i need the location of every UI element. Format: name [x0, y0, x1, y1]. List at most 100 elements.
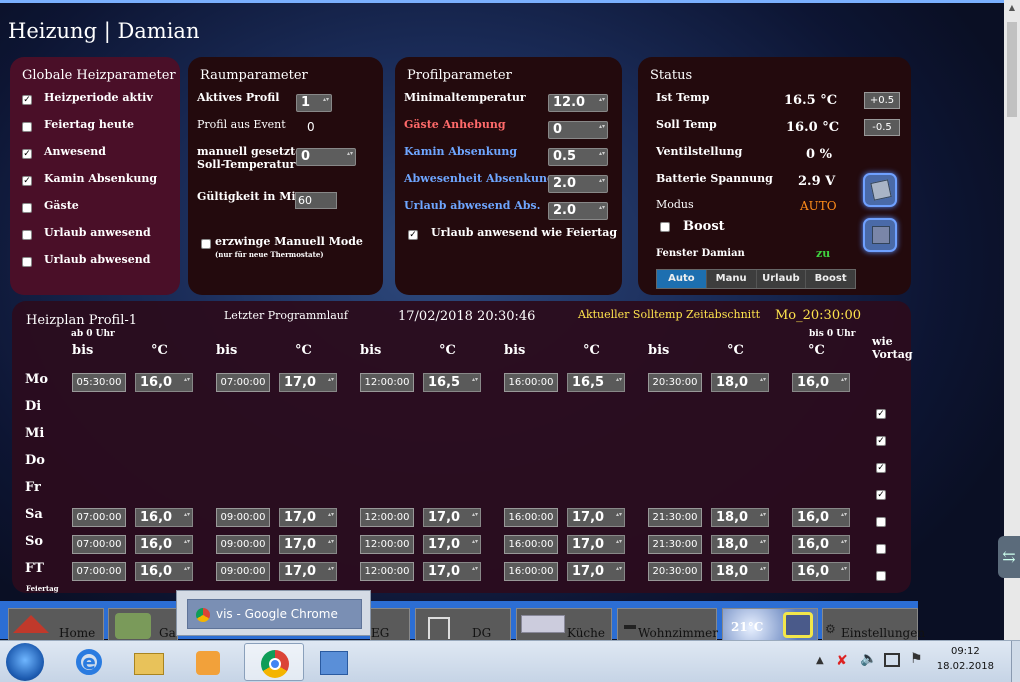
time-input[interactable]: 21:30:00 [648, 535, 702, 554]
like-previous-day-checkbox[interactable] [876, 571, 886, 581]
tray-show-hidden-icon[interactable]: ▲ [816, 655, 824, 666]
temp-select[interactable]: 17,0 [279, 535, 337, 554]
temp-select[interactable]: 18,0 [711, 535, 769, 554]
window-sensor-icon-button[interactable] [863, 218, 897, 252]
temp-plus-button[interactable]: +0.5 [864, 92, 900, 109]
temp-select[interactable]: 17,0 [423, 535, 481, 554]
time-input[interactable]: 12:00:00 [360, 373, 414, 392]
explorer-icon[interactable] [122, 643, 176, 681]
scroll-up-icon[interactable]: ▲ [1004, 0, 1020, 16]
nav-settings-button[interactable]: ⚙ Einstellungen [822, 608, 925, 640]
time-input[interactable]: 09:00:00 [216, 535, 270, 554]
scrollbar-thumb[interactable] [1007, 22, 1017, 117]
taskbar-clock[interactable]: 09:12 18.02.2018 [937, 644, 994, 674]
temp-select[interactable]: 16,5 [567, 373, 625, 392]
temp-select[interactable]: 17,0 [567, 562, 625, 581]
global-param-checkbox[interactable]: ✓ [22, 95, 32, 105]
mode-urlaub-button[interactable]: Urlaub [757, 270, 807, 288]
like-previous-day-checkbox[interactable]: ✓ [876, 463, 886, 473]
time-input[interactable]: 12:00:00 [360, 535, 414, 554]
nav-weather-button[interactable]: 21°C [722, 608, 818, 640]
kamin-select[interactable]: 0.5 [548, 148, 608, 166]
time-input[interactable]: 09:00:00 [216, 508, 270, 527]
temp-select[interactable]: 16,0 [792, 373, 850, 392]
temp-minus-button[interactable]: -0.5 [864, 119, 900, 136]
manual-temp-select[interactable]: 0 [296, 148, 356, 166]
time-input[interactable]: 07:00:00 [216, 373, 270, 392]
time-input[interactable]: 20:30:00 [648, 373, 702, 392]
temp-select[interactable]: 17,0 [423, 562, 481, 581]
nav-dg-button[interactable]: DG [415, 608, 511, 640]
temp-select[interactable]: 18,0 [711, 508, 769, 527]
nav-eg-button[interactable]: EG [370, 608, 410, 640]
global-param-checkbox[interactable] [22, 257, 32, 267]
temp-select[interactable]: 16,0 [135, 373, 193, 392]
time-input[interactable]: 16:00:00 [504, 562, 558, 581]
temp-select[interactable]: 18,0 [711, 373, 769, 392]
temp-select[interactable]: 16,5 [423, 373, 481, 392]
time-input[interactable]: 12:00:00 [360, 562, 414, 581]
time-input[interactable]: 09:00:00 [216, 562, 270, 581]
control-panel-icon[interactable] [308, 643, 362, 681]
network-icon[interactable] [884, 653, 900, 667]
time-input[interactable]: 20:30:00 [648, 562, 702, 581]
global-param-checkbox[interactable] [22, 230, 32, 240]
antivirus-tray-icon[interactable]: ✘ [836, 653, 852, 669]
min-temp-select[interactable]: 12.0 [548, 94, 608, 112]
time-input[interactable]: 16:00:00 [504, 535, 558, 554]
nav-living-button[interactable]: Wohnzimmer [617, 608, 718, 640]
temp-select[interactable]: 17,0 [567, 508, 625, 527]
time-input[interactable]: 07:00:00 [72, 562, 126, 581]
like-previous-day-checkbox[interactable] [876, 544, 886, 554]
time-input[interactable]: 16:00:00 [504, 508, 558, 527]
time-input[interactable]: 07:00:00 [72, 508, 126, 527]
nav-kitchen-button[interactable]: Küche [516, 608, 612, 640]
volume-icon[interactable]: 🔈 [860, 651, 877, 667]
show-desktop-button[interactable] [1011, 641, 1020, 682]
time-input[interactable]: 05:30:00 [72, 373, 126, 392]
vacation-holiday-checkbox[interactable]: ✓ [408, 230, 418, 240]
nav-home-button[interactable]: Home [8, 608, 104, 640]
time-input[interactable]: 16:00:00 [504, 373, 558, 392]
temp-select[interactable]: 17,0 [279, 373, 337, 392]
temp-select[interactable]: 18,0 [711, 562, 769, 581]
temp-select[interactable]: 16,0 [792, 535, 850, 554]
temp-select[interactable]: 17,0 [567, 535, 625, 554]
chrome-taskbar-icon[interactable] [244, 643, 304, 681]
mode-auto-button[interactable]: Auto [657, 270, 707, 288]
vacation-away-select[interactable]: 2.0 [548, 202, 608, 220]
guest-raise-select[interactable]: 0 [548, 121, 608, 139]
time-input[interactable]: 07:00:00 [72, 535, 126, 554]
time-input[interactable]: 12:00:00 [360, 508, 414, 527]
internet-explorer-icon[interactable]: e [62, 643, 116, 681]
mode-manu-button[interactable]: Manu [707, 270, 757, 288]
chrome-window-preview[interactable]: vis - Google Chrome [187, 599, 362, 629]
global-param-checkbox[interactable] [22, 203, 32, 213]
like-previous-day-checkbox[interactable]: ✓ [876, 409, 886, 419]
time-input[interactable]: 21:30:00 [648, 508, 702, 527]
remote-control-tab-icon[interactable]: ⇆ [998, 536, 1020, 578]
like-previous-day-checkbox[interactable] [876, 517, 886, 527]
temp-select[interactable]: 16,0 [792, 508, 850, 527]
mode-boost-button[interactable]: Boost [806, 270, 855, 288]
global-param-checkbox[interactable]: ✓ [22, 149, 32, 159]
global-param-checkbox[interactable]: ✓ [22, 176, 32, 186]
temp-select[interactable]: 17,0 [279, 508, 337, 527]
boost-checkbox[interactable] [660, 222, 670, 232]
like-previous-day-checkbox[interactable]: ✓ [876, 436, 886, 446]
active-profile-select[interactable]: 1 [296, 94, 332, 112]
temp-select[interactable]: 16,0 [135, 508, 193, 527]
temp-select[interactable]: 17,0 [423, 508, 481, 527]
global-param-checkbox[interactable] [22, 122, 32, 132]
start-button-icon[interactable] [6, 643, 44, 681]
temp-select[interactable]: 17,0 [279, 562, 337, 581]
temp-select[interactable]: 16,0 [135, 562, 193, 581]
like-previous-day-checkbox[interactable]: ✓ [876, 490, 886, 500]
temp-select[interactable]: 16,0 [792, 562, 850, 581]
absence-select[interactable]: 2.0 [548, 175, 608, 193]
force-manual-checkbox[interactable] [201, 239, 211, 249]
validity-input[interactable]: 60 [295, 192, 337, 209]
action-center-flag-icon[interactable]: ⚑ [910, 651, 923, 667]
temp-select[interactable]: 16,0 [135, 535, 193, 554]
media-player-icon[interactable] [182, 643, 236, 681]
